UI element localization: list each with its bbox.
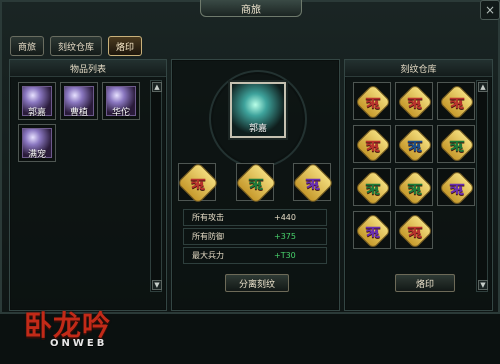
rune-amulet-icon: ऋ (396, 169, 434, 207)
stat-row-troops: 最大兵力 +T30 (183, 247, 327, 264)
tab-bar: 商旅 刻纹仓库 烙印 (10, 36, 143, 56)
rune-amulet-icon: ऋ (354, 126, 392, 164)
chevron-up-icon: ▲ (480, 83, 486, 91)
game-logo: 卧龙吟 ONWEB (24, 304, 144, 364)
rune-amulet-icon: ऋ (354, 212, 392, 250)
stat-label: 所有防御 (192, 232, 224, 241)
item-name: 华佗 (111, 108, 130, 118)
stat-row-attack: 所有攻击 +440 (183, 209, 327, 226)
brand-button-label: 烙印 (415, 279, 434, 290)
rune-glyph: ऋ (408, 93, 422, 112)
stat-value: +440 (274, 213, 296, 222)
rune-storage-panel: 刻纹仓库 ▲ ▼ ऋ ऋ ऋ ऋ ऋ ऋ ऋ ऋ ऋ ऋ ऋ 烙印 (344, 59, 493, 311)
close-button[interactable]: × (480, 0, 500, 20)
rune-glyph: ऋ (306, 174, 320, 193)
rune-glyph: ऋ (450, 93, 464, 112)
tab-trade-label: 商旅 (18, 42, 37, 53)
rune-amulet-icon: ऋ (438, 83, 476, 121)
rune-glyph: ऋ (366, 136, 380, 155)
item-name: 曹植 (69, 108, 88, 118)
rune-storage-title: 刻纹仓库 (345, 60, 492, 77)
rune-amulet-icon: ऋ (396, 212, 434, 250)
character-portrait: 郭嘉 (230, 82, 286, 138)
inventory-rune-slot[interactable]: ऋ (353, 125, 392, 164)
rune-amulet-icon: ऋ (438, 126, 476, 164)
equipped-rune-slot-2[interactable]: ऋ (234, 161, 278, 205)
stat-row-defense: 所有防御 +375 (183, 228, 327, 245)
rune-glyph: ऋ (366, 93, 380, 112)
item-slot-manchong[interactable]: 满宠 (18, 124, 56, 162)
rune-amulet-icon: ऋ (354, 169, 392, 207)
portrait-name: 郭嘉 (248, 124, 267, 134)
equipped-rune-slot-3[interactable]: ऋ (291, 161, 335, 205)
rune-amulet-icon: ऋ (234, 161, 278, 205)
equipped-rune-slot-1[interactable]: ऋ (176, 161, 220, 205)
inventory-rune-slot[interactable]: ऋ (437, 82, 476, 121)
rune-glyph: ऋ (450, 179, 464, 198)
rune-glyph: ऋ (366, 222, 380, 241)
inventory-rune-slot[interactable]: ऋ (437, 125, 476, 164)
rune-glyph: ऋ (408, 222, 422, 241)
rune-amulet-icon: ऋ (396, 83, 434, 121)
brand-button[interactable]: 烙印 (395, 274, 455, 292)
item-name: 满宠 (27, 150, 46, 160)
item-list-scrollbar[interactable]: ▲ ▼ (150, 80, 162, 292)
rune-storage-scroll-up-button[interactable]: ▲ (478, 82, 488, 92)
tab-rune-storage-label: 刻纹仓库 (58, 42, 95, 53)
rune-glyph: ऋ (408, 136, 422, 155)
item-list-title: 物品列表 (10, 60, 166, 77)
tab-brand-label: 烙印 (116, 42, 135, 53)
rune-glyph: ऋ (191, 174, 205, 193)
stat-label: 最大兵力 (192, 251, 224, 260)
inventory-rune-slot[interactable]: ऋ (395, 211, 434, 250)
rune-amulet-icon: ऋ (291, 161, 335, 205)
inventory-rune-slot[interactable]: ऋ (395, 125, 434, 164)
tab-trade[interactable]: 商旅 (10, 36, 45, 56)
rune-glyph: ऋ (366, 179, 380, 198)
inventory-rune-slot[interactable]: ऋ (353, 82, 392, 121)
tab-rune-storage[interactable]: 刻纹仓库 (50, 36, 103, 56)
chevron-up-icon: ▲ (154, 83, 160, 91)
inventory-rune-slot[interactable]: ऋ (395, 168, 434, 207)
separate-runes-label: 分离刻纹 (238, 279, 275, 290)
brand-panel: 郭嘉 ऋ ऋ ऋ 所有攻击 +440 所有防御 +375 最大兵力 +T30 分… (171, 59, 340, 311)
item-list-panel: 物品列表 ▲ ▼ 郭嘉 曹植 华佗 满宠 卧龙吟 ONWEB (9, 59, 167, 349)
rune-glyph: ऋ (408, 179, 422, 198)
rune-glyph: ऋ (450, 136, 464, 155)
stat-value: +375 (274, 232, 296, 241)
rune-storage-scrollbar[interactable]: ▲ ▼ (476, 80, 488, 292)
inventory-rune-slot[interactable]: ऋ (353, 168, 392, 207)
rune-amulet-icon: ऋ (396, 126, 434, 164)
item-slot-guojia[interactable]: 郭嘉 (18, 82, 56, 120)
chevron-down-icon: ▼ (154, 281, 160, 289)
item-slot-huatuo[interactable]: 华佗 (102, 82, 140, 120)
item-name: 郭嘉 (27, 108, 46, 118)
stat-label: 所有攻击 (192, 213, 224, 222)
chevron-down-icon: ▼ (480, 281, 486, 289)
window-title: 商旅 (200, 0, 302, 17)
item-slot-caozhi[interactable]: 曹植 (60, 82, 98, 120)
close-icon: × (484, 3, 496, 17)
rune-amulet-icon: ऋ (438, 169, 476, 207)
stat-value: +T30 (274, 251, 296, 260)
rune-amulet-icon: ऋ (176, 161, 220, 205)
rune-glyph: ऋ (249, 174, 263, 193)
rune-storage-scroll-down-button[interactable]: ▼ (478, 280, 488, 290)
rune-amulet-icon: ऋ (354, 83, 392, 121)
item-list-scroll-up-button[interactable]: ▲ (152, 82, 162, 92)
separate-runes-button[interactable]: 分离刻纹 (225, 274, 289, 292)
tab-brand[interactable]: 烙印 (108, 36, 143, 56)
item-list-scroll-down-button[interactable]: ▼ (152, 280, 162, 290)
logo-subtitle: ONWEB (50, 338, 108, 349)
inventory-rune-slot[interactable]: ऋ (437, 168, 476, 207)
inventory-rune-slot[interactable]: ऋ (395, 82, 434, 121)
inventory-rune-slot[interactable]: ऋ (353, 211, 392, 250)
